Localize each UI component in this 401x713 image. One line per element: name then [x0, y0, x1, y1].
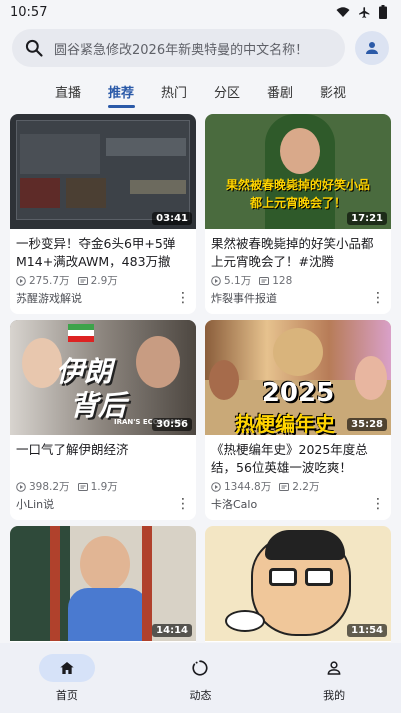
danmaku-count: 1.9万: [90, 481, 118, 493]
tab-film[interactable]: 影视: [307, 74, 360, 108]
video-thumbnail[interactable]: 果然被春晚毙掉的好笑小品 都上元宵晚会了！ 17:21: [205, 114, 391, 229]
more-options-icon[interactable]: ⋮: [371, 497, 385, 511]
video-title: 果然被春晚毙掉的好笑小品都上元宵晚会了！#沈腾: [211, 236, 374, 269]
video-duration: 03:41: [152, 212, 192, 225]
search-placeholder: 圆谷紧急修改2026年新奥特曼的中文名称！: [54, 42, 309, 58]
video-stats: 1344.8万 2.2万: [205, 477, 391, 494]
status-time: 10:57: [10, 4, 48, 20]
author-row: 苏醒游戏解说 ⋮: [10, 288, 196, 306]
video-author[interactable]: 小Lin说: [16, 496, 54, 512]
video-thumbnail[interactable]: 2025 热梗编年史 35:28: [205, 320, 391, 435]
play-count-icon: [211, 275, 221, 286]
view-count: 275.7万: [29, 275, 70, 287]
danmaku-count: 2.2万: [292, 481, 320, 493]
person-icon: [327, 661, 341, 675]
danmaku-count: 2.9万: [90, 275, 118, 287]
nav-home-label: 首页: [55, 689, 78, 702]
author-row: 炸裂事件报道 ⋮: [205, 288, 391, 306]
view-count: 1344.8万: [224, 481, 272, 493]
status-icons: [336, 5, 387, 19]
nav-home[interactable]: 首页: [17, 654, 117, 703]
video-card[interactable]: 03:41 一秒变异！夺金6头6甲+5弹M14+满改AWM，483万撤离！ 27…: [10, 114, 196, 314]
video-feed: 03:41 一秒变异！夺金6头6甲+5弹M14+满改AWM，483万撤离！ 27…: [10, 114, 391, 642]
video-author[interactable]: 卡洛Calo: [211, 496, 257, 512]
nav-activity-pill[interactable]: [172, 654, 228, 682]
video-card[interactable]: 14:14: [10, 526, 196, 642]
video-thumbnail[interactable]: 03:41: [10, 114, 196, 229]
nav-profile-pill[interactable]: [306, 654, 362, 682]
tab-anime[interactable]: 番剧: [254, 74, 307, 108]
video-card[interactable]: 果然被春晚毙掉的好笑小品 都上元宵晚会了！ 17:21 果然被春晚毙掉的好笑小品…: [205, 114, 391, 314]
play-count-icon: [16, 275, 26, 286]
avatar-button[interactable]: [355, 31, 389, 65]
play-count-icon: [211, 481, 221, 492]
search-icon[interactable]: [24, 38, 44, 58]
airplane-mode-icon: [359, 6, 370, 18]
video-stats: 5.1万 128: [205, 271, 391, 288]
video-duration: 17:21: [347, 212, 387, 225]
battery-icon: [379, 5, 387, 19]
video-duration: 14:14: [152, 624, 192, 637]
nav-activity[interactable]: 动态: [150, 654, 250, 703]
video-stats: 275.7万 2.9万: [10, 271, 196, 288]
nav-activity-label: 动态: [189, 689, 212, 702]
more-options-icon[interactable]: ⋮: [176, 291, 190, 305]
video-card[interactable]: 11:54: [205, 526, 391, 642]
danmaku-icon: [259, 276, 270, 285]
status-bar: 10:57: [0, 0, 401, 24]
video-thumbnail[interactable]: 11:54: [205, 526, 391, 641]
video-duration: 30:56: [152, 418, 192, 431]
search-row: 圆谷紧急修改2026年新奥特曼的中文名称！: [0, 26, 401, 70]
activity-icon: [192, 660, 209, 676]
video-author[interactable]: 苏醒游戏解说: [16, 290, 82, 306]
thumbnail-caption: 热梗编年史: [235, 412, 335, 435]
video-stats: 398.2万 1.9万: [10, 477, 196, 494]
video-thumbnail[interactable]: 14:14: [10, 526, 196, 641]
more-options-icon[interactable]: ⋮: [371, 291, 385, 305]
play-count-icon: [16, 481, 26, 492]
danmaku-icon: [279, 482, 290, 491]
view-count: 398.2万: [29, 481, 70, 493]
view-count: 5.1万: [224, 275, 252, 287]
nav-profile-label: 我的: [323, 689, 346, 702]
wifi-icon: [336, 7, 350, 17]
category-tabs: 直播 推荐 热门 分区 番剧 影视: [0, 74, 401, 108]
nav-home-pill[interactable]: [38, 654, 95, 682]
bottom-navigation: 首页 动态 我的: [0, 643, 401, 713]
thumbnail-caption: 都上元宵晚会了！: [249, 196, 346, 210]
video-duration: 35:28: [347, 418, 387, 431]
video-title: 一口气了解伊朗经济: [16, 442, 129, 457]
tab-categories[interactable]: 分区: [201, 74, 254, 108]
more-options-icon[interactable]: ⋮: [176, 497, 190, 511]
video-title: 一秒变异！夺金6头6甲+5弹M14+满改AWM，483万撤离！: [16, 236, 176, 269]
thumbnail-caption: 果然被春晚毙掉的好笑小品: [225, 178, 370, 192]
danmaku-icon: [77, 276, 88, 285]
danmaku-count: 128: [272, 274, 293, 287]
thumbnail-caption: 2025: [261, 378, 335, 408]
search-input[interactable]: 圆谷紧急修改2026年新奥特曼的中文名称！: [12, 29, 345, 67]
danmaku-icon: [77, 482, 88, 491]
video-duration: 11:54: [347, 624, 387, 637]
video-card[interactable]: 2025 热梗编年史 35:28 《热梗编年史》2025年度总结，56位英雄一波…: [205, 320, 391, 520]
person-icon: [366, 42, 378, 54]
tab-recommend[interactable]: 推荐: [95, 74, 148, 108]
tab-live[interactable]: 直播: [42, 74, 95, 108]
author-row: 小Lin说 ⋮: [10, 494, 196, 512]
author-row: 卡洛Calo ⋮: [205, 494, 391, 512]
tab-hot[interactable]: 热门: [148, 74, 201, 108]
nav-profile[interactable]: 我的: [284, 654, 384, 703]
video-author[interactable]: 炸裂事件报道: [211, 290, 277, 306]
video-card[interactable]: 伊朗 背后 IRAN'S ECONOMY 30:56 一口气了解伊朗经济 398…: [10, 320, 196, 520]
home-icon: [60, 662, 74, 674]
video-thumbnail[interactable]: 伊朗 背后 IRAN'S ECONOMY 30:56: [10, 320, 196, 435]
video-title: 《热梗编年史》2025年度总结，56位英雄一波吃爽！: [211, 442, 368, 475]
